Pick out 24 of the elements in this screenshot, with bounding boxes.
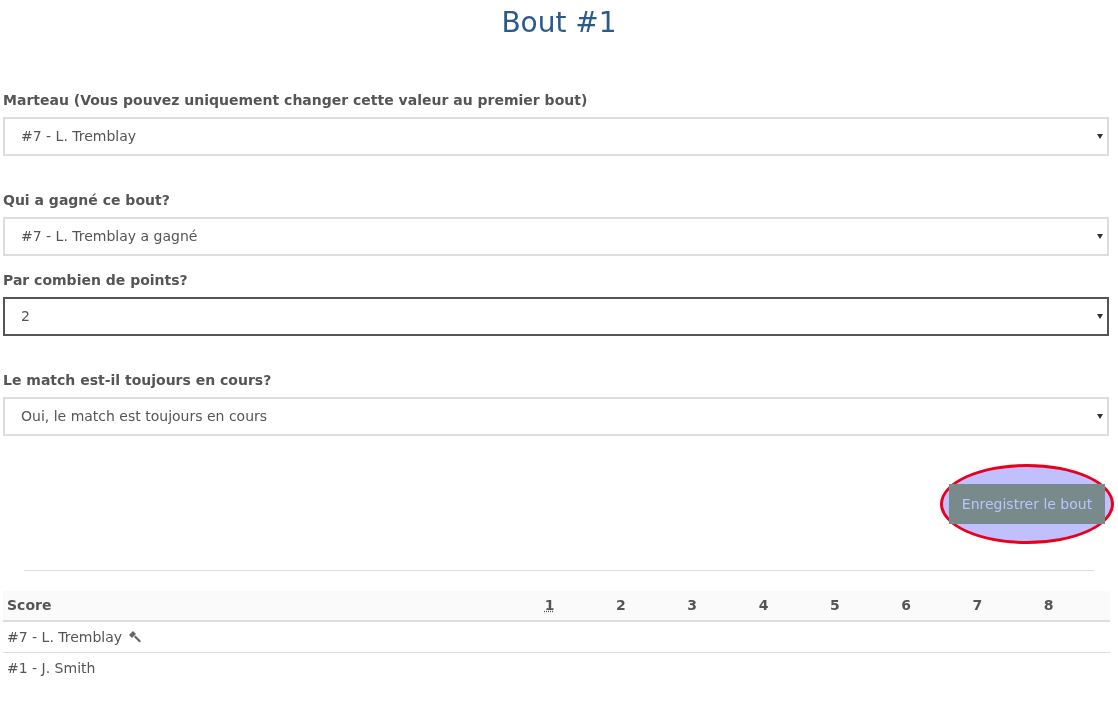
column-header: 3 [687,597,698,613]
team-name: #1 - J. Smith [7,659,96,678]
select-field[interactable]: Oui, le match est toujours en cours [3,397,1109,436]
column-header: 5 [829,597,840,613]
field-label: Marteau (Vous pouvez uniquement changer cette valeur au premier bout) [3,91,589,110]
select-field[interactable]: #7 - L. Tremblay a gagné [3,217,1109,256]
column-header: 7 [972,597,983,613]
column-header: 6 [901,597,911,613]
dropdown-caret-icon [1097,134,1103,139]
field-label: Qui a gagné ce bout? [3,191,171,210]
column-header: Score [7,597,52,613]
column-header: 2 [616,597,626,613]
select-field[interactable]: 2 [3,297,1109,336]
team-name: #7 - L. Tremblay [7,627,123,647]
field-label: Le match est-il toujours en cours? [3,371,273,390]
select-field[interactable]: #7 - L. Tremblay [3,117,1109,156]
column-header: 1 [544,597,555,613]
field-label: Par combien de points? [3,271,189,290]
dropdown-caret-icon [1097,314,1103,319]
dropdown-caret-icon [1097,414,1103,419]
column-header: 8 [1043,597,1054,613]
page-title: Bout #1 [500,5,618,41]
dropdown-caret-icon [1097,234,1103,239]
column-header: 4 [758,597,769,613]
